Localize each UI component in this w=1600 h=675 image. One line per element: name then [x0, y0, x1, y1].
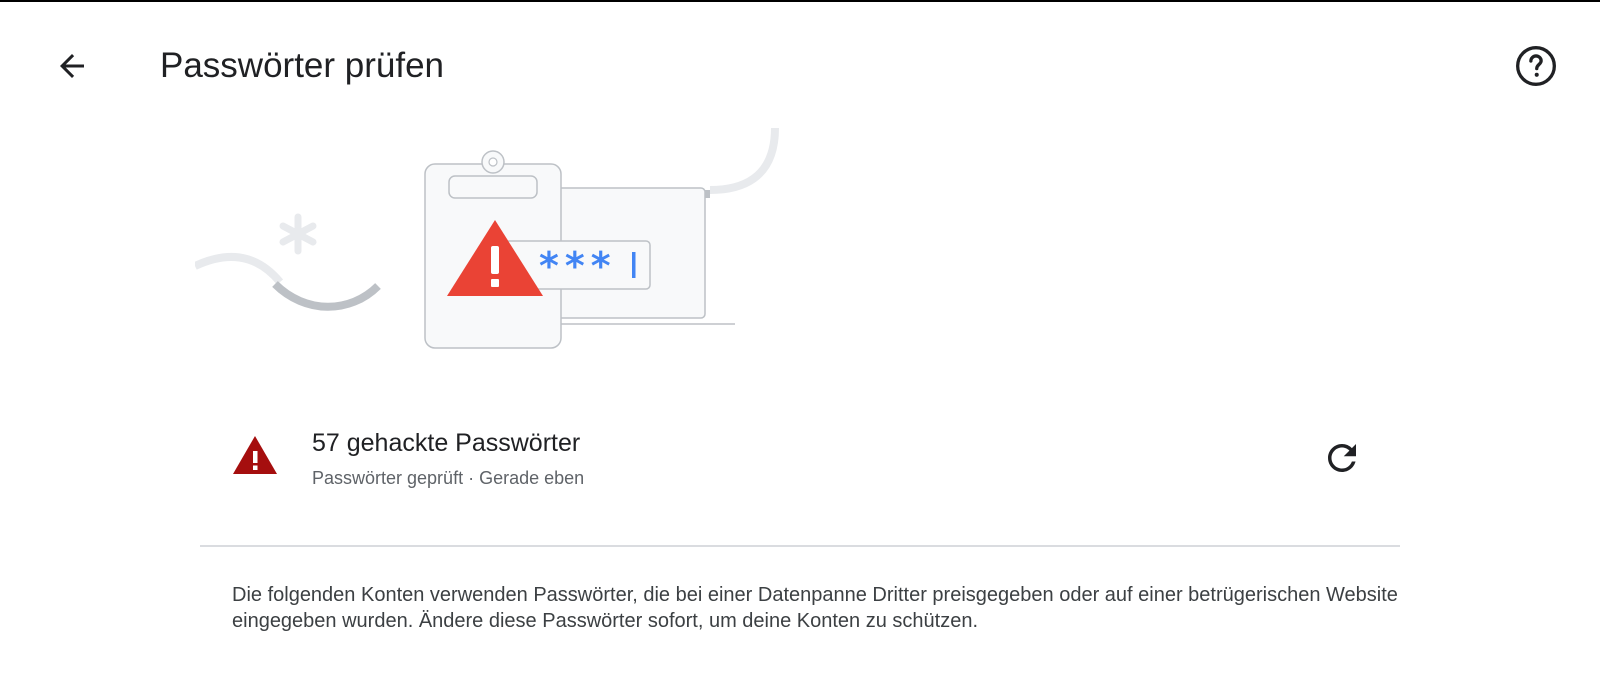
decorative-curve-left-dark	[272, 281, 381, 311]
compromised-description: Die folgenden Konten verwenden Passwörte…	[232, 584, 1398, 632]
password-breach-illustration: ***	[195, 127, 779, 349]
help-icon	[1516, 46, 1556, 86]
status-row: 57 gehackte Passwörter Passwörter geprüf…	[200, 416, 1400, 502]
refresh-button[interactable]	[1316, 432, 1368, 484]
asterisk-icon	[279, 213, 317, 255]
page-title: Passwörter prüfen	[160, 46, 445, 85]
section-divider	[200, 545, 1400, 547]
decorative-curve-left	[195, 253, 284, 285]
masked-password: ***	[539, 244, 617, 288]
check-status-subtitle: Passwörter geprüft · Gerade eben	[312, 468, 585, 488]
arrow-back-icon	[60, 54, 84, 78]
help-button[interactable]	[1510, 40, 1562, 92]
password-check-page: Passwörter prüfen *** 57 gehackte Passwö…	[0, 0, 1600, 675]
refresh-icon	[1328, 444, 1356, 472]
decorative-curve-right	[709, 127, 779, 194]
compromised-count-title: 57 gehackte Passwörter	[312, 429, 581, 457]
warning-icon	[233, 436, 277, 474]
back-button[interactable]	[46, 40, 98, 92]
text-cursor	[632, 252, 636, 278]
